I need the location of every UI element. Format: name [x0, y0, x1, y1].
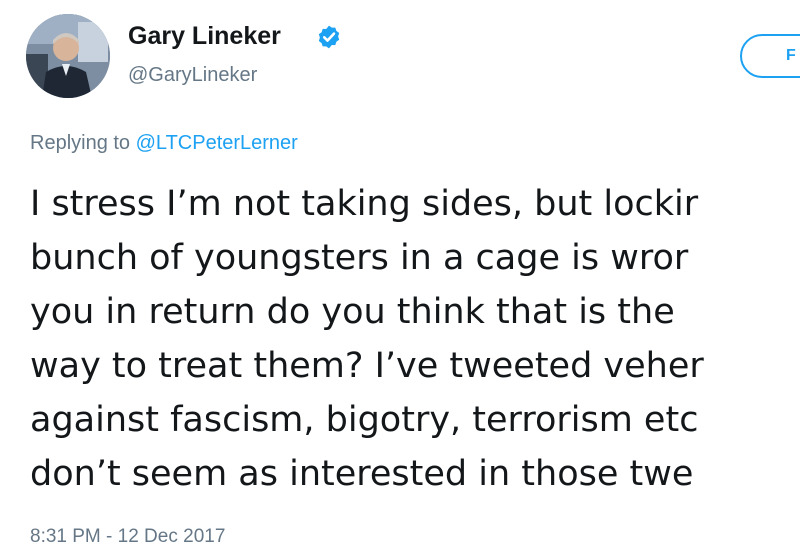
follow-button[interactable]: F [740, 34, 800, 78]
tweet-card: Gary Lineker @GaryLineker F Replying to … [0, 0, 800, 557]
tweet-timestamp[interactable]: 8:31 PM - 12 Dec 2017 [30, 524, 225, 550]
verified-badge-icon [318, 25, 340, 49]
tweet-text-line: don’t seem as interested in those twe [30, 454, 694, 494]
tweet-text-line: you in return do you think that is the [30, 292, 675, 332]
tweet-text-line: against fascism, bigotry, terrorism etc [30, 400, 699, 440]
replying-to-mention-link[interactable]: @LTCPeterLerner [136, 132, 298, 154]
tweet-text: I stress I’m not taking sides, but locki… [30, 177, 800, 501]
replying-to-label: Replying to [30, 132, 131, 154]
display-name[interactable]: Gary Lineker [128, 20, 281, 52]
avatar-photo [26, 14, 110, 98]
tweet-text-line: bunch of youngsters in a cage is wror [30, 238, 689, 278]
tweet-text-line: I stress I’m not taking sides, but locki… [30, 184, 699, 224]
tweet-text-line: way to treat them? I’ve tweeted veher [30, 346, 704, 386]
user-handle[interactable]: @GaryLineker [128, 62, 257, 88]
avatar[interactable] [26, 14, 110, 98]
replying-to: Replying to @LTCPeterLerner [30, 130, 298, 156]
